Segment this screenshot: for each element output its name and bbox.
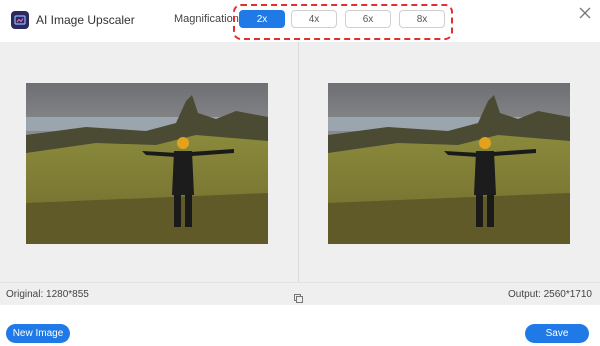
original-image xyxy=(26,83,268,244)
magnification-8x-button[interactable]: 8x xyxy=(399,10,445,28)
preview-area xyxy=(0,42,600,282)
close-icon[interactable] xyxy=(576,4,594,22)
app-title: AI Image Upscaler xyxy=(36,13,135,27)
save-button[interactable]: Save xyxy=(525,324,589,343)
app-window: AI Image Upscaler Magnification: 2x 4x 6… xyxy=(0,0,600,346)
header-bar: AI Image Upscaler Magnification: 2x 4x 6… xyxy=(0,0,600,42)
magnification-4x-button[interactable]: 4x xyxy=(291,10,337,28)
output-image xyxy=(328,83,570,244)
output-size-label: Output: 2560*1710 xyxy=(508,289,592,300)
magnification-6x-button[interactable]: 6x xyxy=(345,10,391,28)
pane-divider xyxy=(298,42,299,282)
image-upscale-icon xyxy=(11,11,29,29)
original-size-label: Original: 1280*855 xyxy=(6,289,89,300)
magnification-label: Magnification: xyxy=(174,13,242,25)
compare-view-icon[interactable] xyxy=(294,290,303,303)
magnification-2x-button[interactable]: 2x xyxy=(239,10,285,28)
new-image-button[interactable]: New Image xyxy=(6,324,70,343)
image-info-bar: Original: 1280*855 Output: 2560*1710 xyxy=(0,282,600,305)
